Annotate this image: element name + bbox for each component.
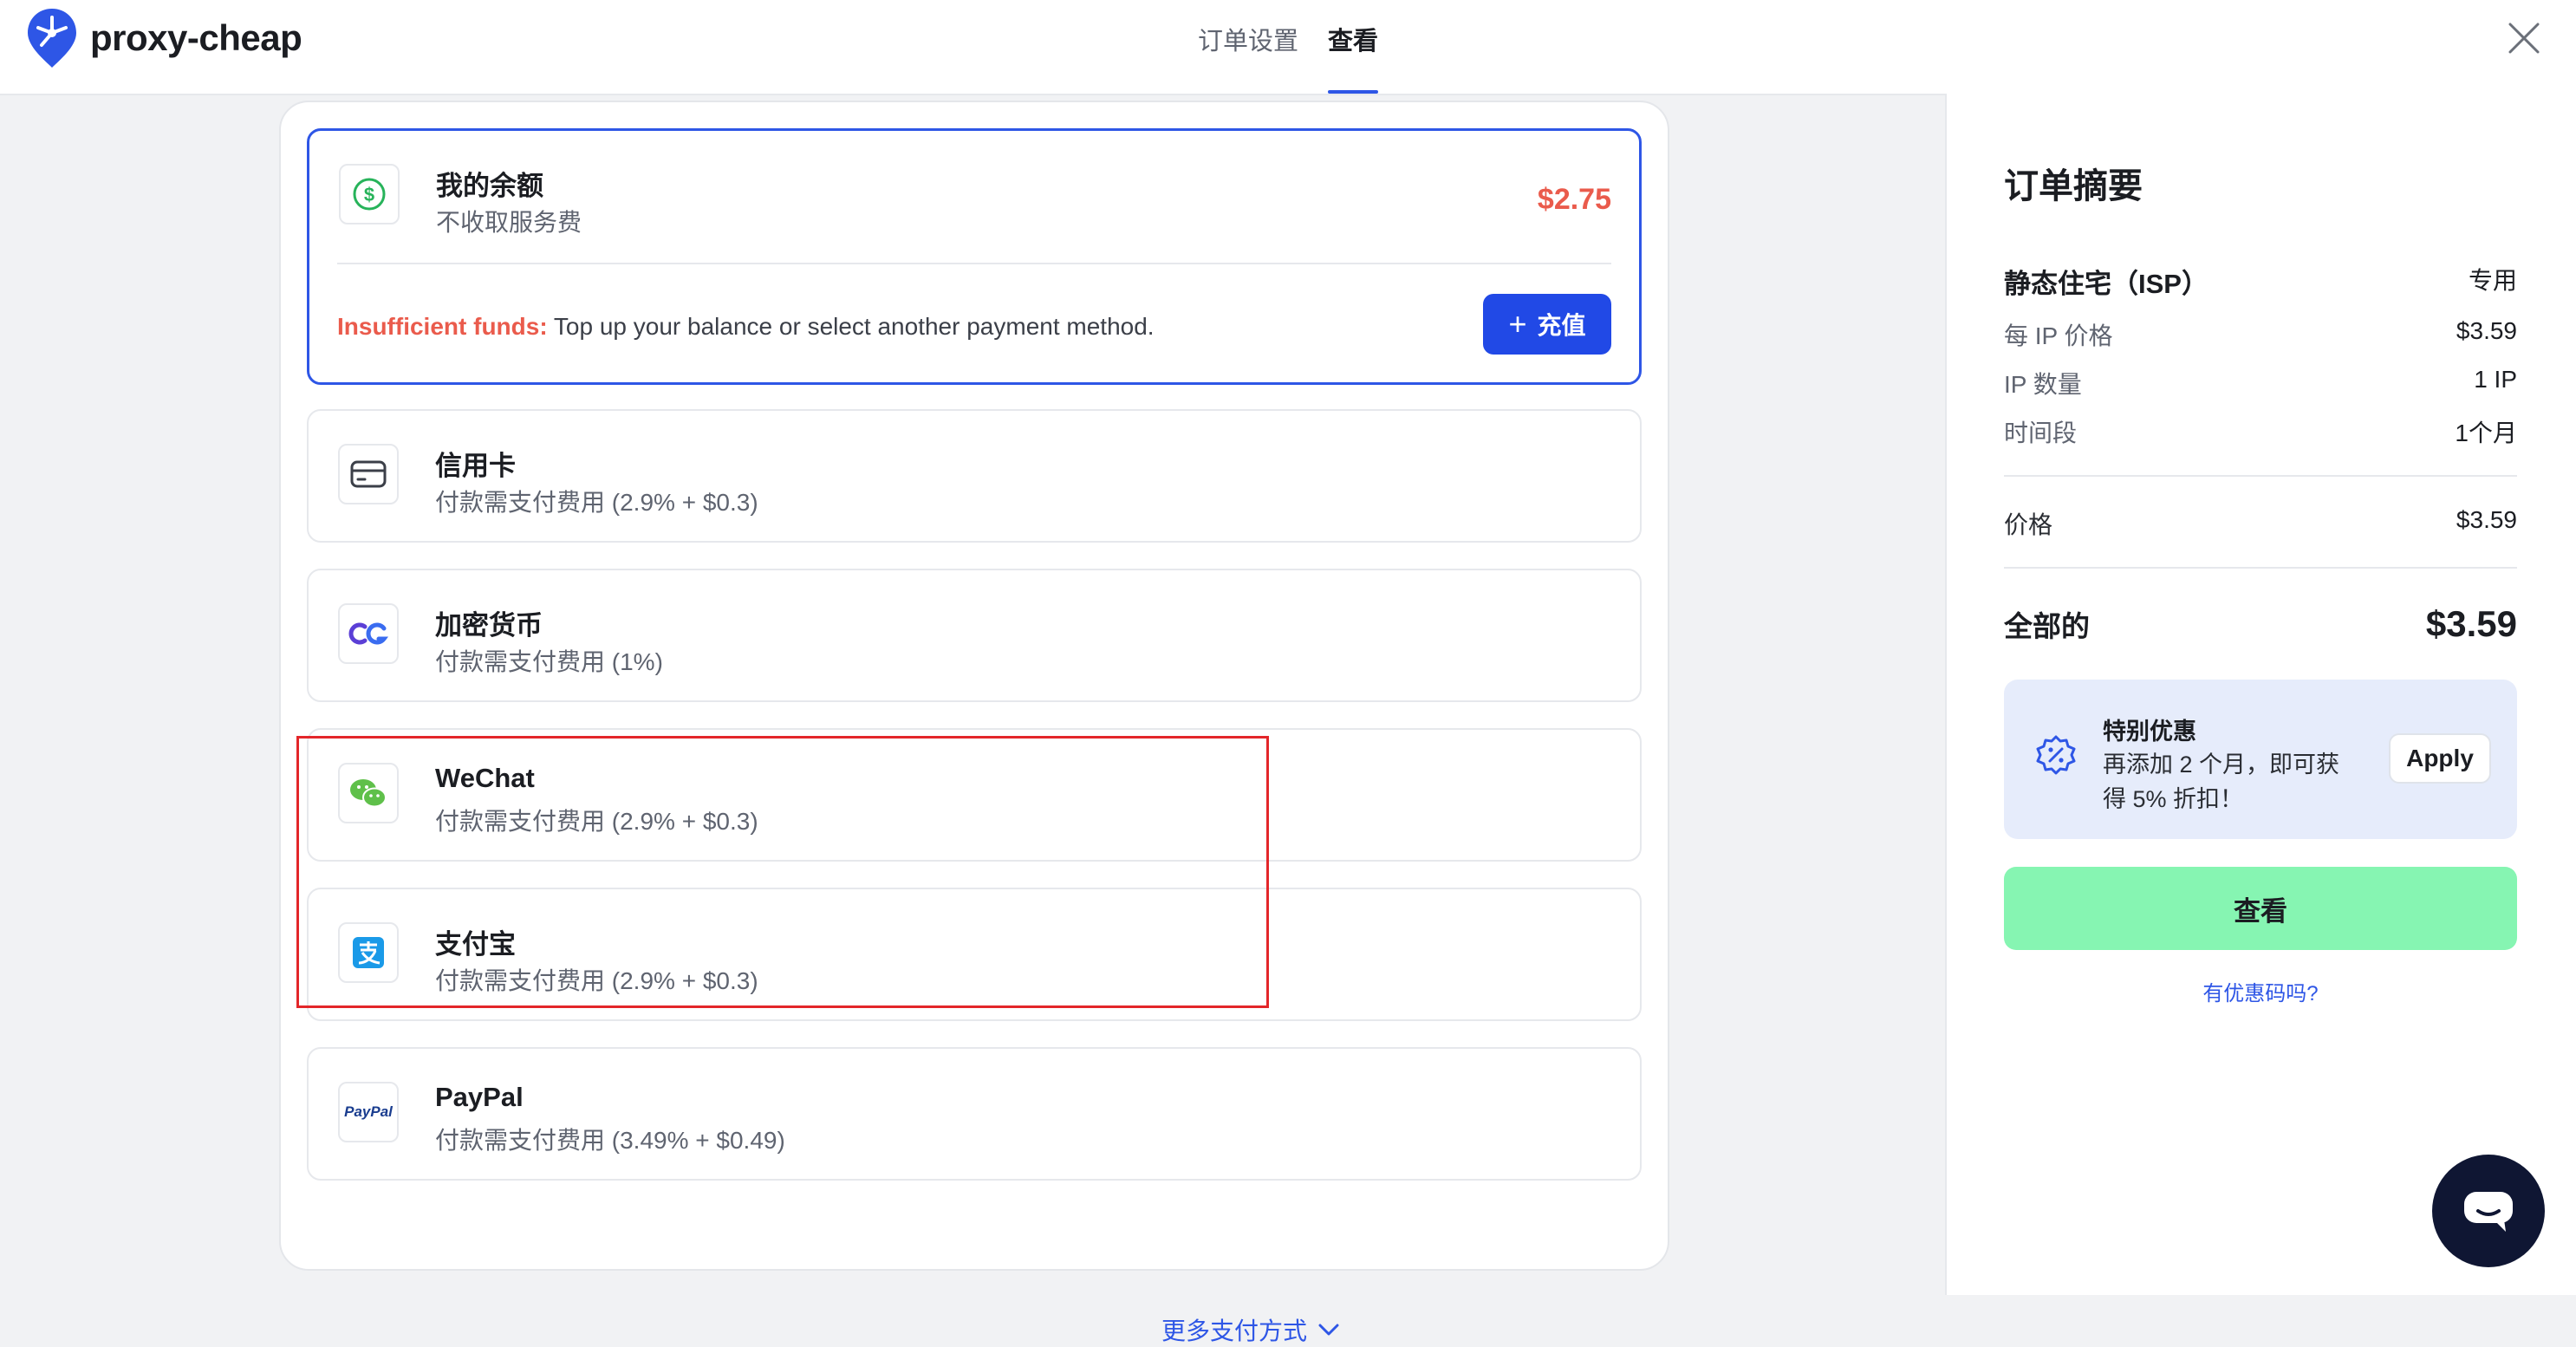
summary-row-price-per-ip: 每 IP 价格 $3.59 [2004, 317, 2517, 352]
price-per-ip-value: $3.59 [2456, 317, 2517, 344]
summary-row-price: 价格 $3.59 [2004, 506, 2517, 541]
summary-divider-2 [2004, 567, 2517, 569]
plus-icon: + [1508, 306, 1527, 342]
ip-count-value: 1 IP [2474, 366, 2517, 393]
step-tabs: 订单设置 查看 [1198, 0, 1379, 94]
paypal-icon-box: PayPal [338, 1082, 399, 1142]
crypto-icon-box [338, 603, 399, 664]
balance-card-icon-box: $ [339, 164, 400, 224]
top-up-label: 充值 [1537, 312, 1586, 339]
payment-option-wechat[interactable]: WeChat 付款需支付费用 (2.9% + $0.3) [307, 728, 1642, 862]
summary-product-row: 静态住宅（ISP） 专用 [2004, 262, 2517, 301]
special-offer-box: 特别优惠 再添加 2 个月，即可获得 5% 折扣！ Apply [2004, 680, 2517, 839]
brand-logo[interactable]: proxy-cheap [26, 7, 302, 69]
special-offer-text: 再添加 2 个月，即可获得 5% 折扣！ [2103, 752, 2340, 812]
wechat-title: WeChat [435, 763, 535, 793]
summary-divider [2004, 475, 2517, 477]
tab-order-settings[interactable]: 订单设置 [1198, 0, 1298, 94]
insufficient-funds-message: Insufficient funds: Top up your balance … [337, 313, 1155, 341]
dollar-circle-icon: $ [353, 178, 386, 211]
product-value: 专用 [2468, 267, 2517, 294]
alipay-title: 支付宝 [435, 929, 516, 960]
alipay-fee: 付款需支付费用 (2.9% + $0.3) [435, 967, 758, 994]
period-value: 1个月 [2455, 420, 2517, 446]
payment-option-balance[interactable]: $ 我的余额 不收取服务费 $2.75 Insufficient funds: … [307, 128, 1642, 385]
wechat-fee: 付款需支付费用 (2.9% + $0.3) [435, 808, 758, 835]
chevron-down-icon [1318, 1324, 1339, 1336]
apply-offer-button[interactable]: Apply [2389, 733, 2491, 784]
tab-review[interactable]: 查看 [1328, 0, 1379, 94]
alipay-icon-box [338, 922, 399, 983]
svg-text:$: $ [364, 184, 374, 205]
order-summary-sidebar: 订单摘要 静态住宅（ISP） 专用 每 IP 价格 $3.59 IP 数量 1 … [1945, 94, 2576, 1295]
period-label: 时间段 [2004, 420, 2078, 446]
close-icon[interactable] [2505, 19, 2543, 57]
checkout-button[interactable]: 查看 [2004, 867, 2517, 950]
paypal-icon: PayPal [344, 1103, 393, 1120]
summary-title: 订单摘要 [2004, 167, 2143, 205]
have-coupon-link[interactable]: 有优惠码吗? [2004, 976, 2517, 1006]
top-up-button[interactable]: + 充值 [1483, 294, 1611, 355]
price-value: $3.59 [2456, 506, 2517, 533]
balance-subtitle: 不收取服务费 [436, 209, 582, 236]
price-label: 价格 [2004, 511, 2053, 538]
wechat-icon-box [338, 763, 399, 823]
paypal-title: PayPal [435, 1082, 524, 1112]
live-chat-button[interactable] [2432, 1155, 2545, 1267]
payment-methods-panel: $ 我的余额 不收取服务费 $2.75 Insufficient funds: … [279, 101, 1669, 1344]
price-per-ip-label: 每 IP 价格 [2004, 322, 2113, 349]
payment-option-paypal[interactable]: PayPal PayPal 付款需支付费用 (3.49% + $0.49) [307, 1047, 1642, 1181]
crypto-title: 加密货币 [435, 610, 543, 641]
product-label: 静态住宅（ISP） [2004, 269, 2208, 299]
balance-divider [337, 263, 1611, 264]
more-payment-methods-link[interactable]: 更多支付方式 [1161, 1312, 1340, 1347]
ip-count-label: IP 数量 [2004, 371, 2082, 398]
wechat-icon [350, 779, 387, 808]
special-offer-title: 特别优惠 [2103, 719, 2196, 745]
more-payment-methods-label: 更多支付方式 [1161, 1318, 1308, 1344]
summary-row-ip-count: IP 数量 1 IP [2004, 366, 2517, 400]
payment-option-credit-card[interactable]: 信用卡 付款需支付费用 (2.9% + $0.3) [307, 409, 1642, 543]
crypto-fee: 付款需支付费用 (1%) [435, 648, 663, 675]
proxy-cheap-logo-icon [28, 9, 76, 68]
payment-option-crypto[interactable]: 加密货币 付款需支付费用 (1%) [307, 569, 1642, 702]
alipay-icon [353, 937, 384, 968]
payment-option-alipay[interactable]: 支付宝 付款需支付费用 (2.9% + $0.3) [307, 888, 1642, 1021]
insufficient-funds-label: Insufficient funds: [337, 313, 548, 340]
crypto-icon [348, 622, 389, 645]
top-bar: proxy-cheap 订单设置 查看 [0, 0, 2576, 95]
brand-name: proxy-cheap [90, 17, 302, 58]
credit-card-icon-box [338, 444, 399, 504]
balance-title: 我的余额 [436, 171, 543, 201]
balance-amount: $2.75 [1537, 183, 1611, 216]
chat-bubble-icon [2464, 1192, 2513, 1232]
total-value: $3.59 [2425, 603, 2517, 644]
total-label: 全部的 [2004, 610, 2090, 642]
discount-badge-icon [2036, 735, 2076, 775]
paypal-fee: 付款需支付费用 (3.49% + $0.49) [435, 1127, 785, 1154]
summary-row-period: 时间段 1个月 [2004, 414, 2517, 449]
insufficient-funds-text: Top up your balance or select another pa… [547, 313, 1155, 340]
summary-row-total: 全部的 $3.59 [2004, 603, 2517, 645]
credit-card-icon [350, 460, 387, 488]
credit-card-title: 信用卡 [435, 451, 516, 481]
credit-card-fee: 付款需支付费用 (2.9% + $0.3) [435, 489, 758, 516]
